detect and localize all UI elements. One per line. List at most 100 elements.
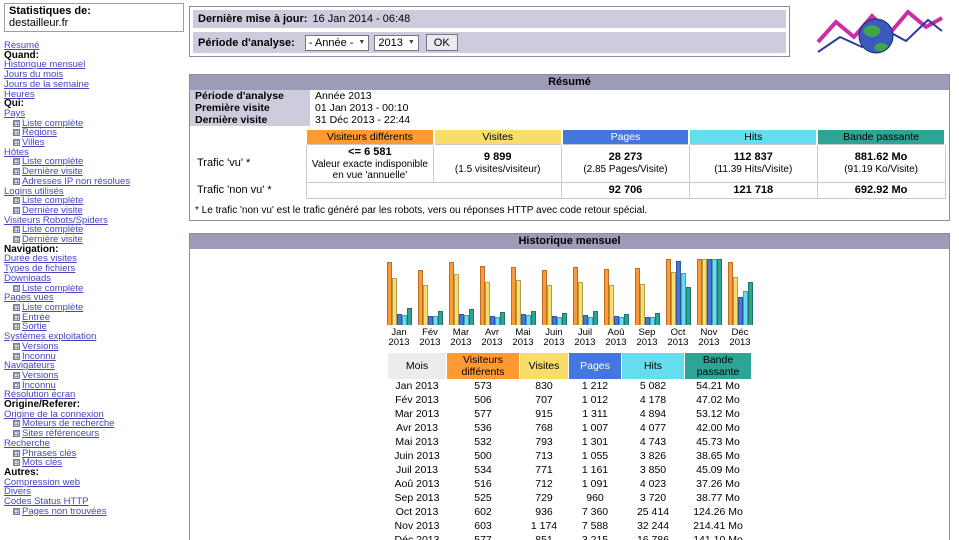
metrics-column-header: Hits xyxy=(688,130,819,144)
month-cell-value: 1 055 xyxy=(581,450,609,462)
metrics-value-cell: 121 718 xyxy=(688,181,818,199)
metrics-value-cell: 112 837 (11.39 Hits/Visite) xyxy=(688,143,818,183)
month-cell-value: 936 xyxy=(535,506,553,518)
month-cell-value: 960 xyxy=(586,492,604,504)
month-cell-value: 25 414 xyxy=(636,506,670,518)
month-cell-value: 141.10 Mo xyxy=(693,534,743,540)
metrics-column-header: Visites xyxy=(432,130,563,144)
chart-bars xyxy=(510,259,536,325)
month-row: Mai 2013 532 793 1 301 4 743 45.73 Mo xyxy=(388,436,751,449)
month-cell-value: 500 xyxy=(474,450,492,462)
chevron-down-icon: ▼ xyxy=(407,39,415,46)
sidebar: Statistiques de: destailleur.fr Résumé Qu… xyxy=(0,0,186,540)
summary-section: Résumé Période d'analyse Année 2013 Premiè… xyxy=(189,74,950,221)
chart-bars xyxy=(541,259,567,325)
month-cell-label: Avr 2013 xyxy=(396,422,438,434)
month-row: Avr 2013 536 768 1 007 4 077 42.00 Mo xyxy=(388,422,751,435)
month-cell-label: Juin 2013 xyxy=(394,450,440,462)
top-row: Dernière mise à jour: 16 Jan 2014 - 06:4… xyxy=(189,6,950,65)
period-label: Période d'analyse: xyxy=(198,36,295,49)
month-cell-value: 214.41 Mo xyxy=(693,520,743,532)
table-icon xyxy=(13,197,20,205)
chart-bar xyxy=(654,312,660,325)
month-cell-value: 712 xyxy=(535,478,553,490)
chart-bar xyxy=(716,258,722,325)
month-row: Juil 2013 534 771 1 161 3 850 45.09 Mo xyxy=(388,464,751,477)
month-cell-value: 506 xyxy=(474,394,492,406)
sidebar-subitem: Villes xyxy=(4,138,184,148)
month-cell-value: 516 xyxy=(474,478,492,490)
month-cell-value: 1 301 xyxy=(581,436,609,448)
summary-info-value: 01 Jan 2013 - 00:10 xyxy=(315,102,409,114)
metrics-value-note: Valeur exacte indisponible en vue 'annue… xyxy=(311,158,428,181)
month-row: Oct 2013 602 936 7 360 25 414 124.26 Mo xyxy=(388,506,751,519)
month-cell-value: 536 xyxy=(474,422,492,434)
month-cell-label: Fév 2013 xyxy=(395,394,439,406)
chart-bars xyxy=(603,259,629,325)
chart-bars xyxy=(572,259,598,325)
chart-x-label: Aoû 2013 xyxy=(605,326,627,348)
chart-x-label: Jan 2013 xyxy=(388,326,410,348)
month-cell-value: 4 077 xyxy=(639,422,667,434)
month-cell-value: 7 360 xyxy=(581,506,609,518)
summary-info-row: Première visite 01 Jan 2013 - 00:10 xyxy=(190,102,949,114)
table-icon xyxy=(13,313,20,321)
month-row: Sep 2013 525 729 960 3 720 38.77 Mo xyxy=(388,492,751,505)
chart-bar xyxy=(561,312,567,325)
chart-bars xyxy=(417,259,443,325)
chart-x-label: Déc 2013 xyxy=(729,326,751,348)
month-cell-value: 45.09 Mo xyxy=(696,464,740,476)
metrics-value-note: (2.85 Pages/Visite) xyxy=(583,164,668,175)
month-cell-value: 4 743 xyxy=(639,436,667,448)
year-select[interactable]: 2013 ▼ xyxy=(374,34,419,51)
metrics-value-cell: 9 899 (1.5 visites/visiteur) xyxy=(433,143,563,183)
chart-bars xyxy=(665,258,691,325)
month-cell-value: 603 xyxy=(474,520,492,532)
chart-month-group: Aoû 2013 xyxy=(603,259,629,348)
month-cell-label: Déc 2013 xyxy=(394,534,440,540)
table-icon xyxy=(13,323,20,331)
metrics-column-header: Bande passante xyxy=(816,130,946,144)
table-icon xyxy=(13,381,20,389)
month-cell-value: 3 850 xyxy=(639,464,667,476)
chart-x-label: Juil 2013 xyxy=(574,326,596,348)
month-cell-value: 42.00 Mo xyxy=(696,422,740,434)
summary-metrics-table: Visiteurs différents Visites Pages Hits Band… xyxy=(193,130,946,199)
site-title-box: Statistiques de: destailleur.fr xyxy=(4,3,184,32)
month-cell-value: 577 xyxy=(474,408,492,420)
sidebar-link[interactable]: Pages non trouvées xyxy=(22,506,107,517)
month-cell-value: 915 xyxy=(535,408,553,420)
period-select[interactable]: - Année - ▼ xyxy=(304,34,370,51)
month-cell-label: Aoû 2013 xyxy=(394,478,440,490)
month-cell-label: Mai 2013 xyxy=(395,436,439,448)
month-cell-value: 1 161 xyxy=(581,464,609,476)
metrics-value-cell: <= 6 581 Valeur exacte indisponible en vu… xyxy=(305,143,435,183)
month-row: Nov 2013 603 1 174 7 588 32 244 214.41 Mo xyxy=(388,520,751,533)
chart-bars xyxy=(727,259,753,325)
chart-month-group: Mar 2013 xyxy=(448,259,474,348)
table-icon xyxy=(13,507,20,515)
month-row: Mar 2013 577 915 1 311 4 894 53.12 Mo xyxy=(388,408,751,421)
metrics-value: 692.92 Mo xyxy=(854,183,908,196)
month-cell-value: 1 012 xyxy=(581,394,609,406)
month-cell-value: 124.26 Mo xyxy=(693,506,743,518)
sidebar-menu: Résumé Quand: Historique mensuel Jours du m… xyxy=(4,41,184,516)
table-icon xyxy=(13,459,20,467)
monthly-table: Mois Visiteurs différents Visites Pages Hits… xyxy=(387,352,752,540)
month-cell-value: 534 xyxy=(474,464,492,476)
site-title-label: Statistiques de: xyxy=(9,5,91,17)
chart-bar xyxy=(623,313,629,325)
month-cell-value: 1 091 xyxy=(581,478,609,490)
month-cell-label: Oct 2013 xyxy=(395,506,439,518)
chart-bars xyxy=(448,259,474,325)
metrics-column-header: Pages xyxy=(560,130,691,144)
ok-button[interactable]: OK xyxy=(425,34,458,51)
topbar: Dernière mise à jour: 16 Jan 2014 - 06:4… xyxy=(189,6,790,57)
last-update-label: Dernière mise à jour: xyxy=(198,13,308,25)
sidebar-section-header: Qui: xyxy=(4,98,24,110)
table-icon xyxy=(13,449,20,457)
month-cell-label: Jan 2013 xyxy=(395,380,439,392)
chart-x-label: Oct 2013 xyxy=(667,326,689,348)
month-row: Aoû 2013 516 712 1 091 4 023 37.26 Mo xyxy=(388,478,751,491)
month-cell-value: 47.02 Mo xyxy=(696,394,740,406)
